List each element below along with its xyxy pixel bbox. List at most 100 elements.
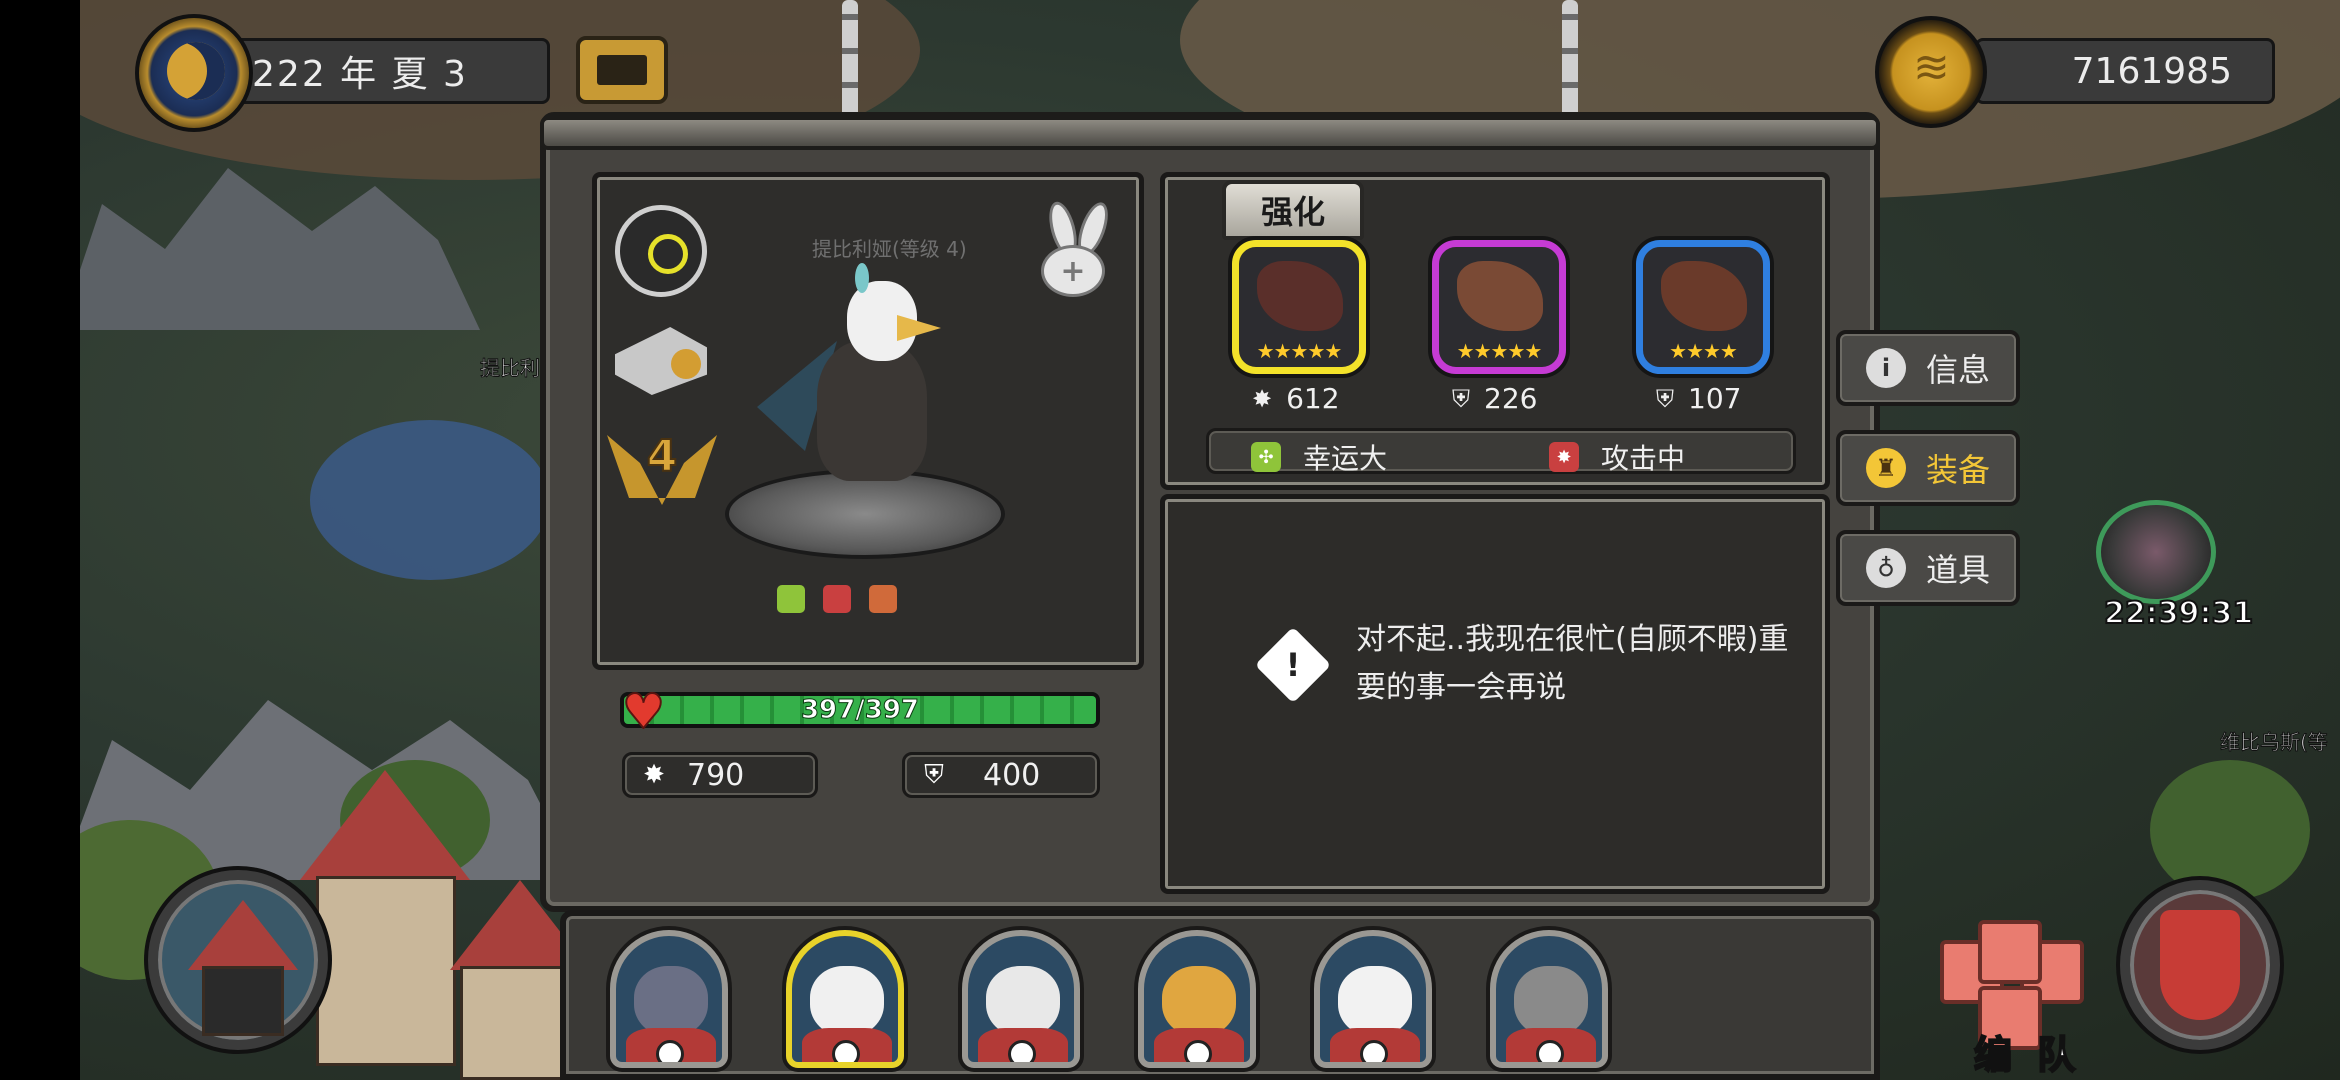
hero-body (817, 341, 927, 481)
trait-attack: ✸ 攻击中 (1549, 437, 1685, 477)
attack-trait-icon (823, 585, 851, 613)
add-pet-button[interactable]: + (1037, 198, 1119, 301)
season-moon-icon[interactable] (135, 14, 253, 132)
trait-luck-label: 幸运大 (1303, 442, 1388, 475)
equipment-slot-weapon[interactable]: ★★★★★ (1232, 240, 1366, 374)
equipment-slot-armor[interactable]: ★★★★★ (1432, 240, 1566, 374)
slot-stars: ★★★★★ (1256, 339, 1343, 363)
class-badge-icon (656, 1040, 684, 1062)
chain-left (842, 0, 858, 118)
roster-polar-bear-hero[interactable] (962, 930, 1080, 1068)
sheep-hero-face (1338, 966, 1412, 1036)
game-date: 222 年 夏 3 (252, 54, 468, 95)
house-icon (188, 900, 298, 970)
defense-trait-icon (869, 585, 897, 613)
trait-attack-label: 攻击中 (1601, 442, 1686, 475)
class-badge-icon (832, 1040, 860, 1062)
equipment-slot-accessory[interactable]: ★★★★ (1636, 240, 1770, 374)
roster-boar-hero[interactable] (610, 930, 728, 1068)
boar-hero-face (634, 966, 708, 1036)
roster-elephant-hero[interactable] (1490, 930, 1608, 1068)
defense-value: 400 (983, 757, 1041, 793)
gold-display: 7161985 (1975, 38, 2275, 104)
hero-beak (897, 315, 941, 341)
journal-button[interactable] (576, 36, 668, 104)
attack-stat: ✸ 790 (622, 752, 818, 798)
leopard-hero-face (1162, 966, 1236, 1036)
attack-icon: ✸ (643, 760, 665, 790)
slot-stars: ★★★★★ (1456, 339, 1543, 363)
book-icon (597, 55, 647, 85)
helmet-icon: ♜ (1866, 448, 1906, 488)
roster-sheep-hero[interactable] (1314, 930, 1432, 1068)
equipment-traits: ✣ 幸运大 ✸ 攻击中 (1206, 428, 1796, 477)
hero-name-faint: 提比利娅(等级 4) (812, 237, 967, 261)
slot-stars: ★★★★ (1669, 339, 1738, 363)
strengthen-tab[interactable]: 强化 (1222, 180, 1364, 240)
weapon-stat: ✸ 612 (1252, 382, 1340, 415)
polar-bear-hero-face (986, 966, 1060, 1036)
chain-right (1562, 0, 1578, 118)
map-hero-label-right: 维比乌斯(等 (2220, 730, 2329, 755)
eagle-hero-face (810, 966, 884, 1036)
crossbow-icon (1257, 261, 1343, 331)
armor-stat-value: 226 (1484, 382, 1538, 415)
warning-icon: ! (1254, 626, 1332, 704)
tab-equipment-label: 装备 (1926, 451, 1991, 489)
class-badge-icon (1536, 1040, 1564, 1062)
trait-luck: ✣ 幸运大 (1251, 437, 1387, 477)
roster-leopard-hero[interactable] (1138, 930, 1256, 1068)
luck-icon: ✣ (1251, 442, 1281, 472)
team-formation-label: 编 队 (1973, 1032, 2082, 1078)
info-icon: i (1866, 348, 1906, 388)
defense-icon: ⛨ (924, 759, 944, 790)
plus-icon: + (1041, 245, 1105, 297)
accessory-stat: ⛨ 107 (1656, 382, 1741, 415)
class-badge-icon (1184, 1040, 1212, 1062)
hp-bar: 397/397 (620, 692, 1100, 728)
tab-items[interactable]: ♁ 道具 (1836, 530, 2020, 606)
defense-icon: ⛨ (1656, 384, 1674, 413)
tab-items-label: 道具 (1926, 551, 1991, 589)
class-badge-icon (1008, 1040, 1036, 1062)
event-timer: 22:39:31 (2103, 595, 2254, 632)
team-card-icon (1978, 920, 2042, 984)
tab-info[interactable]: i 信息 (1836, 330, 2020, 406)
luck-trait-icon (777, 585, 805, 613)
elephant-hero-face (1514, 966, 1588, 1036)
gauntlet-icon (1661, 261, 1747, 331)
hero-portrait-box: 提比利娅(等级 4) 4 + (592, 172, 1144, 670)
accessory-stat-value: 107 (1688, 382, 1742, 415)
weapon-stat-value: 612 (1286, 382, 1340, 415)
attack-value: 790 (687, 757, 745, 793)
shield-button[interactable] (2120, 880, 2280, 1050)
attack-trait-icon: ✸ (1549, 442, 1579, 472)
defense-icon: ⛨ (1452, 384, 1470, 413)
gold-amount: 7161985 (2071, 50, 2232, 92)
class-badge-icon (1360, 1040, 1388, 1062)
panel-header-bar (540, 116, 1880, 150)
eagle-hero-figure (757, 263, 947, 501)
town-button[interactable] (148, 870, 328, 1050)
level-badge: 4 (607, 425, 717, 515)
armor-icon (1457, 261, 1543, 331)
attack-icon: ✸ (1252, 384, 1273, 413)
tab-equipment[interactable]: ♜ 装备 (1836, 430, 2020, 506)
event-timer-icon[interactable] (2096, 500, 2216, 604)
hero-level: 4 (646, 430, 679, 483)
gold-coin-icon (1875, 16, 1987, 128)
potion-icon: ♁ (1866, 548, 1906, 588)
dialog-text: 对不起..我现在很忙(自顾不暇)重要的事一会再说 (1356, 622, 1789, 705)
spyglass-icon[interactable] (615, 327, 707, 395)
tab-info-label: 信息 (1926, 351, 1991, 389)
armor-stat: ⛨ 226 (1452, 382, 1537, 415)
rank-icon[interactable] (615, 205, 707, 297)
defense-stat: ⛨ 400 (902, 752, 1100, 798)
heart-icon (622, 684, 666, 740)
shield-icon (2160, 910, 2240, 1020)
roster-eagle-hero[interactable] (786, 930, 904, 1068)
house-wall (202, 966, 284, 1036)
screen-left-edge (0, 0, 80, 1080)
hp-text: 397/397 (800, 695, 920, 725)
hero-feather (855, 263, 869, 293)
